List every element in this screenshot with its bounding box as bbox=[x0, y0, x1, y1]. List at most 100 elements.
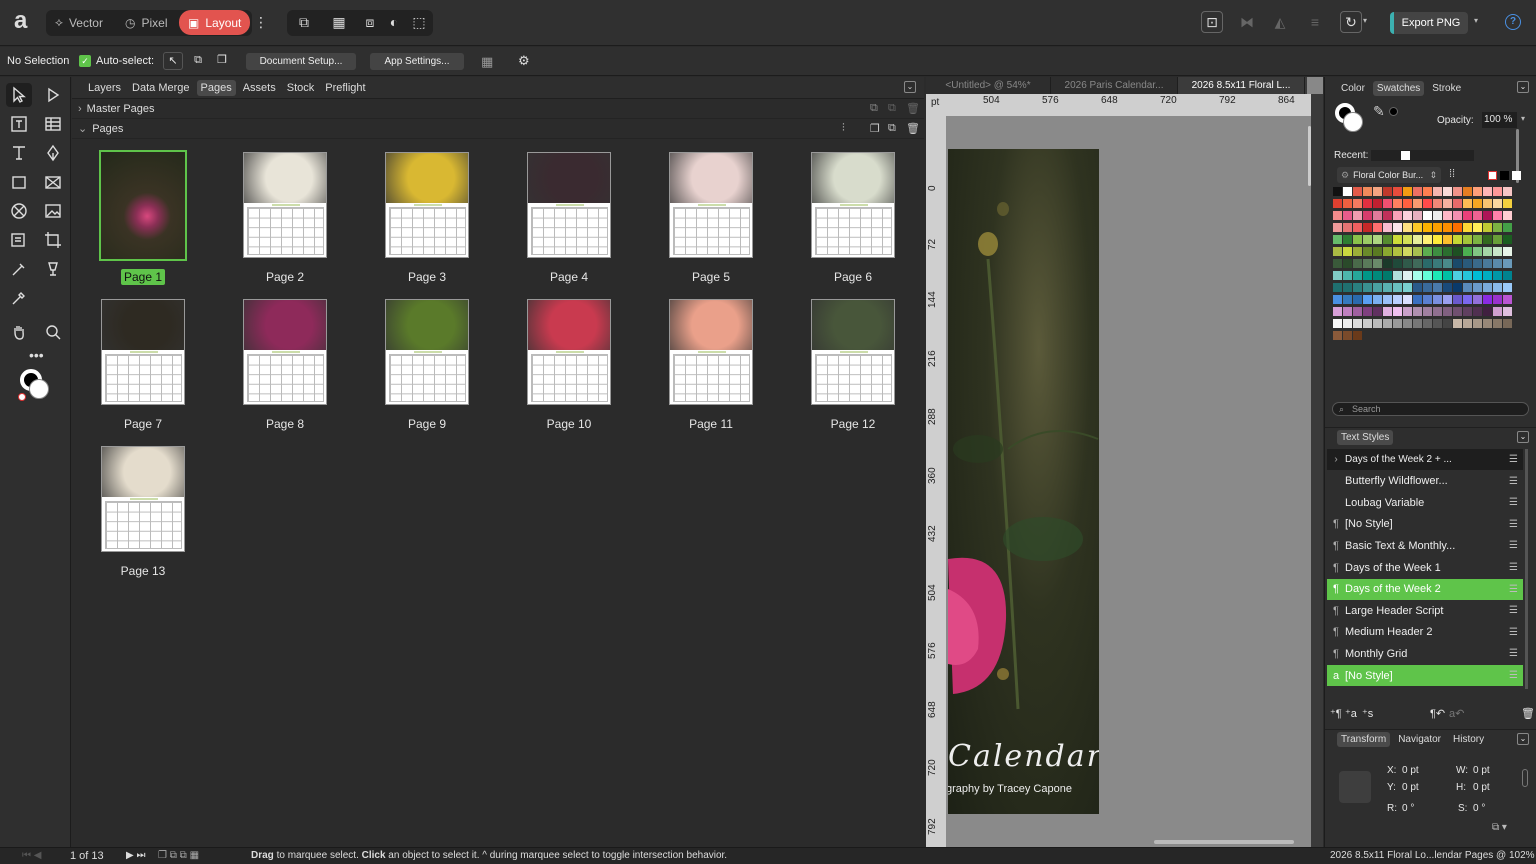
first-page-icon[interactable]: ⏮ ◀ bbox=[22, 850, 41, 861]
color-swatch[interactable] bbox=[1453, 283, 1462, 292]
color-swatch[interactable] bbox=[1493, 283, 1502, 292]
master-duplicate-icon[interactable]: ⧉ bbox=[888, 102, 896, 115]
palette-select[interactable]: ⚙ Floral Color Bur... ⇕ bbox=[1337, 167, 1441, 183]
color-swatch[interactable] bbox=[1403, 295, 1412, 304]
master-pages-section[interactable]: › Master Pages bbox=[72, 99, 924, 119]
color-swatch[interactable] bbox=[1443, 295, 1452, 304]
move-tool-icon[interactable] bbox=[6, 83, 32, 107]
color-swatch[interactable] bbox=[1433, 247, 1442, 256]
color-swatch[interactable] bbox=[1393, 283, 1402, 292]
tab-transform[interactable]: Transform bbox=[1337, 732, 1391, 747]
more-options-icon[interactable]: ⋮ bbox=[250, 11, 272, 33]
text-flow-tool-icon[interactable] bbox=[6, 228, 32, 252]
align-icon[interactable]: ≡ bbox=[1304, 11, 1326, 33]
swatch-grid[interactable] bbox=[1333, 187, 1513, 347]
text-styles-scrollbar[interactable] bbox=[1525, 449, 1528, 689]
color-swatch[interactable] bbox=[1403, 307, 1412, 316]
color-swatch[interactable] bbox=[1503, 295, 1512, 304]
palette-options-icon[interactable]: ⁞⁞ bbox=[1449, 168, 1455, 180]
color-swatch[interactable] bbox=[1443, 187, 1452, 196]
page-layout-icon[interactable]: ⫶ bbox=[842, 122, 845, 135]
page-label[interactable]: Page 3 bbox=[382, 270, 472, 284]
color-swatch[interactable] bbox=[1423, 211, 1432, 220]
lock-ratio-icon[interactable] bbox=[1522, 769, 1528, 787]
page-thumbnail[interactable] bbox=[527, 299, 611, 405]
color-swatch[interactable] bbox=[1333, 283, 1342, 292]
color-swatch[interactable] bbox=[1423, 271, 1432, 280]
color-swatch[interactable] bbox=[1443, 259, 1452, 268]
pages-section[interactable]: ⌄ Pages bbox=[72, 119, 924, 139]
style-menu-icon[interactable]: ☰ bbox=[1509, 454, 1523, 465]
transform-options-icon[interactable]: ⧉ ▾ bbox=[1492, 822, 1507, 833]
color-swatch[interactable] bbox=[1353, 199, 1362, 208]
color-swatch[interactable] bbox=[1463, 199, 1472, 208]
transform-collapse-icon[interactable]: ⌄ bbox=[1517, 733, 1529, 745]
none-swatch-icon[interactable] bbox=[1488, 171, 1497, 180]
rectangle-tool-icon[interactable] bbox=[6, 170, 32, 194]
color-swatch[interactable] bbox=[1453, 223, 1462, 232]
color-swatch[interactable] bbox=[1413, 235, 1422, 244]
color-swatch[interactable] bbox=[1483, 295, 1492, 304]
color-swatch[interactable] bbox=[1363, 283, 1372, 292]
color-swatch[interactable] bbox=[1363, 307, 1372, 316]
color-swatch[interactable] bbox=[1403, 235, 1412, 244]
color-swatch[interactable] bbox=[1503, 259, 1512, 268]
color-swatch[interactable] bbox=[1343, 271, 1352, 280]
text-style-item[interactable]: › Days of the Week 2 + ... ☰ bbox=[1327, 449, 1523, 470]
color-swatch[interactable] bbox=[1423, 295, 1432, 304]
text-style-item[interactable]: Loubag Variable ☰ bbox=[1327, 492, 1523, 513]
tab-text-styles[interactable]: Text Styles bbox=[1337, 430, 1394, 445]
more-tools-icon[interactable]: ••• bbox=[29, 347, 44, 363]
color-swatch[interactable] bbox=[1343, 283, 1352, 292]
color-swatch[interactable] bbox=[1383, 307, 1392, 316]
color-swatch[interactable] bbox=[1373, 259, 1382, 268]
doc-tab-floral[interactable]: 2026 8.5x11 Floral L... bbox=[1178, 77, 1305, 94]
duplicate-page-icon[interactable]: ⧉ bbox=[888, 122, 896, 135]
add-page-icon[interactable]: ❐ bbox=[870, 122, 880, 135]
page-thumbnail[interactable] bbox=[101, 299, 185, 405]
color-swatch[interactable] bbox=[1503, 199, 1512, 208]
color-swatch[interactable] bbox=[1493, 247, 1502, 256]
color-swatch[interactable] bbox=[1373, 283, 1382, 292]
calendar-cover-page[interactable]: Calendar graphy by Tracey Capone bbox=[948, 149, 1099, 814]
color-swatch[interactable] bbox=[1383, 283, 1392, 292]
color-swatch[interactable] bbox=[1383, 187, 1392, 196]
color-swatch[interactable] bbox=[1353, 307, 1362, 316]
color-swatch[interactable] bbox=[1473, 223, 1482, 232]
color-swatch[interactable] bbox=[1413, 259, 1422, 268]
color-swatch[interactable] bbox=[1483, 199, 1492, 208]
color-swatch[interactable] bbox=[1393, 223, 1402, 232]
color-swatch[interactable] bbox=[1503, 235, 1512, 244]
color-swatch[interactable] bbox=[1403, 199, 1412, 208]
color-swatch[interactable] bbox=[1443, 223, 1452, 232]
color-swatch[interactable] bbox=[1493, 307, 1502, 316]
fill-stroke-swatch[interactable] bbox=[18, 367, 56, 401]
clear-style-icon[interactable]: a↶ bbox=[1449, 707, 1464, 720]
assistant-icon[interactable]: ↻ bbox=[1340, 11, 1362, 33]
page-label[interactable]: Page 8 bbox=[240, 417, 330, 431]
color-swatch[interactable] bbox=[1393, 319, 1402, 328]
text-style-item[interactable]: a [No Style] ☰ bbox=[1327, 665, 1523, 686]
color-swatch[interactable] bbox=[1403, 271, 1412, 280]
color-swatch[interactable] bbox=[1413, 319, 1422, 328]
color-swatch[interactable] bbox=[1503, 211, 1512, 220]
style-menu-icon[interactable]: ☰ bbox=[1509, 605, 1523, 616]
color-swatch[interactable] bbox=[1463, 211, 1472, 220]
color-swatch[interactable] bbox=[1473, 283, 1482, 292]
color-swatch[interactable] bbox=[1453, 211, 1462, 220]
app-logo-icon[interactable]: a bbox=[14, 9, 38, 34]
color-swatch[interactable] bbox=[1413, 283, 1422, 292]
color-swatch[interactable] bbox=[1413, 247, 1422, 256]
color-swatch[interactable] bbox=[1473, 187, 1482, 196]
color-picker-tool-icon[interactable] bbox=[6, 286, 32, 310]
tab-overflow-icon[interactable] bbox=[1307, 77, 1323, 94]
color-swatch[interactable] bbox=[1443, 235, 1452, 244]
style-menu-icon[interactable]: ☰ bbox=[1509, 540, 1523, 551]
ellipse-frame-tool-icon[interactable] bbox=[6, 199, 32, 223]
color-swatch[interactable] bbox=[1393, 199, 1402, 208]
color-swatch[interactable] bbox=[1493, 319, 1502, 328]
color-swatch[interactable] bbox=[1483, 247, 1492, 256]
grid-view-icon[interactable]: ▦ bbox=[328, 11, 350, 33]
color-swatch[interactable] bbox=[1463, 235, 1472, 244]
color-swatch[interactable] bbox=[1373, 319, 1382, 328]
